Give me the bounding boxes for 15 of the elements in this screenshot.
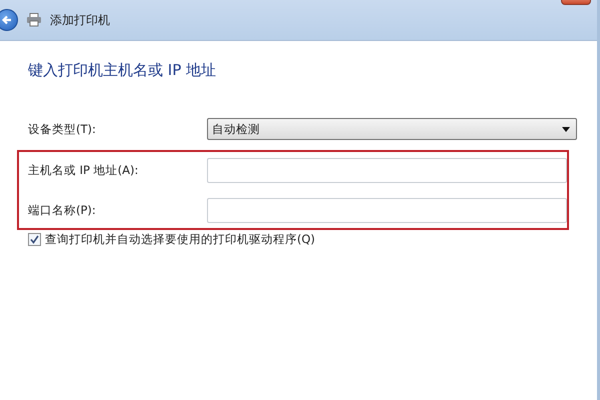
check-icon (30, 235, 39, 244)
input-field[interactable] (207, 198, 567, 222)
caret-icon (562, 126, 570, 132)
page-heading: 键入打印机主机名或 IP 地址 (28, 61, 218, 80)
checkbox[interactable] (28, 233, 41, 246)
device-type-dropdown[interactable]: 自动检测 (207, 118, 577, 140)
printer-icon (26, 13, 42, 27)
input-field[interactable] (207, 158, 567, 182)
checkbox-label: 查询打印机并自动选择要使用的打印机驱动程序(Q) (45, 232, 316, 247)
back-button[interactable] (0, 9, 18, 31)
back-arrow-icon (1, 14, 13, 26)
field-label: 主机名或 IP 地址(A): (28, 162, 140, 178)
field-label: 端口名称(P): (28, 202, 97, 218)
field-label: 设备类型(T): (28, 122, 97, 136)
window-title: 添加打印机 (50, 12, 110, 28)
